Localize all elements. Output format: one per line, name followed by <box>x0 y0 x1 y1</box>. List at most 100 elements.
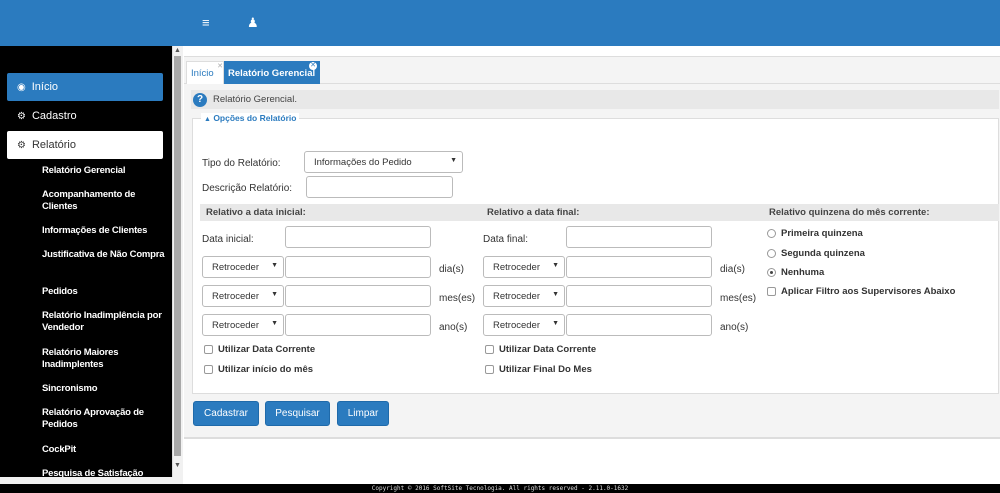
final-dias-input[interactable] <box>566 256 712 278</box>
submenu-informacoes-clientes[interactable]: Informações de Clientes <box>42 225 167 237</box>
select-value: Retroceder <box>212 290 259 302</box>
inicial-anos-input[interactable] <box>285 314 431 336</box>
close-icon[interactable]: ✕ <box>216 63 224 71</box>
radio-button-selected[interactable] <box>767 268 776 277</box>
data-inicial-input[interactable] <box>285 226 431 248</box>
sidebar-item-inicio[interactable]: ◉ Início <box>7 73 163 101</box>
meses-unit: mes(es) <box>439 293 476 304</box>
dashboard-icon: ◉ <box>17 81 26 93</box>
user-icon[interactable]: ♟ <box>247 15 259 31</box>
help-text: Relatório Gerencial. <box>213 94 297 105</box>
chevron-down-icon: ▼ <box>552 262 559 269</box>
scroll-down-icon[interactable]: ▼ <box>173 462 182 469</box>
help-bar: ? Relatório Gerencial. <box>191 90 999 109</box>
descricao-label: Descrição Relatório: <box>202 183 293 194</box>
checkbox-label: Utilizar Data Corrente <box>499 344 597 355</box>
radio-button[interactable] <box>767 229 776 238</box>
cadastrar-button[interactable]: Cadastrar <box>193 401 259 426</box>
inicial-data-corrente-check[interactable]: Utilizar Data Corrente <box>204 344 315 355</box>
checkbox[interactable] <box>767 287 776 296</box>
pesquisar-button[interactable]: Pesquisar <box>265 401 330 426</box>
checkbox[interactable] <box>204 365 213 374</box>
submenu-sincronismo[interactable]: Sincronismo <box>42 383 167 395</box>
final-fim-mes-check[interactable]: Utilizar Final Do Mes <box>485 364 592 375</box>
radio-label: Primeira quinzena <box>781 228 863 239</box>
checkbox[interactable] <box>204 345 213 354</box>
submenu-justificativa-nao-compra[interactable]: Justificativa de Não Compra <box>42 249 167 261</box>
dias-unit: dia(s) <box>439 264 465 275</box>
sidebar-scroll-thumb[interactable] <box>174 56 181 456</box>
submenu-inadimplencia-vendedor[interactable]: Relatório Inadimplência por Vendedor <box>42 310 167 334</box>
checkbox[interactable] <box>485 345 494 354</box>
final-meses-input[interactable] <box>566 285 712 307</box>
legend-label: Opções do Relatório <box>213 113 297 123</box>
checkbox[interactable] <box>485 365 494 374</box>
tab-inicio[interactable]: Início ✕ <box>186 61 224 85</box>
radio-nenhuma[interactable]: Nenhuma <box>767 267 824 278</box>
checkbox-label: Utilizar Final Do Mes <box>499 364 592 375</box>
inicial-meses-select[interactable]: Retroceder ▼ <box>202 285 284 307</box>
select-value: Retroceder <box>212 261 259 273</box>
fieldset-legend[interactable]: ▲ Opções do Relatório <box>201 113 300 123</box>
menu-icon[interactable]: ≡ <box>202 15 210 30</box>
tab-label: Início <box>191 68 214 79</box>
tab-relatorio-gerencial[interactable]: Relatório Gerencial ✕ <box>224 61 320 85</box>
data-inicial-label: Data inicial: <box>202 234 254 245</box>
horizontal-scrollbar[interactable] <box>0 477 183 484</box>
checkbox-label: Aplicar Filtro aos Supervisores Abaixo <box>781 286 956 297</box>
anos-unit: ano(s) <box>720 322 749 333</box>
final-anos-input[interactable] <box>566 314 712 336</box>
submenu-relatorio-gerencial[interactable]: Relatório Gerencial <box>42 165 167 177</box>
tipo-label: Tipo do Relatório: <box>202 158 281 169</box>
sidebar-item-label: Início <box>31 81 59 93</box>
submenu-cockpit[interactable]: CockPit <box>42 444 167 456</box>
final-dias-select[interactable]: Retroceder ▼ <box>483 256 565 278</box>
scroll-up-icon[interactable]: ▲ <box>173 47 182 54</box>
chevron-down-icon: ▼ <box>271 291 278 298</box>
footer-copyright: Copyright © 2016 SoftSite Tecnologia. Al… <box>0 484 1000 493</box>
inicial-dias-select[interactable]: Retroceder ▼ <box>202 256 284 278</box>
sidebar-item-relatorio[interactable]: ⚙ Relatório <box>7 131 163 159</box>
help-icon[interactable]: ? <box>193 92 207 107</box>
submenu-pedidos[interactable]: Pedidos <box>42 286 167 298</box>
top-navbar: ≡ ♟ <box>0 0 1000 46</box>
chevron-down-icon: ▼ <box>271 320 278 327</box>
radio-label: Nenhuma <box>781 267 825 278</box>
filtro-supervisores-check[interactable]: Aplicar Filtro aos Supervisores Abaixo <box>767 286 955 297</box>
inicial-meses-input[interactable] <box>285 285 431 307</box>
select-value: Retroceder <box>493 319 540 331</box>
submenu-aprovacao-pedidos[interactable]: Relatório Aprovação de Pedidos <box>42 407 167 431</box>
checkbox-label: Utilizar Data Corrente <box>218 344 316 355</box>
tipo-select-value: Informações do Pedido <box>314 156 412 168</box>
inicial-dias-input[interactable] <box>285 256 431 278</box>
descricao-input[interactable] <box>306 176 453 198</box>
final-anos-select[interactable]: Retroceder ▼ <box>483 314 565 336</box>
tab-label: Relatório Gerencial <box>228 67 316 79</box>
chevron-down-icon: ▼ <box>271 262 278 269</box>
radio-segunda-quinzena[interactable]: Segunda quinzena <box>767 248 865 259</box>
chevron-down-icon: ▼ <box>552 291 559 298</box>
radio-primeira-quinzena[interactable]: Primeira quinzena <box>767 228 863 239</box>
final-data-corrente-check[interactable]: Utilizar Data Corrente <box>485 344 596 355</box>
quinzena-heading: Relativo quinzena do mês corrente: <box>763 204 999 221</box>
inicial-anos-select[interactable]: Retroceder ▼ <box>202 314 284 336</box>
submenu-acompanhamento-clientes[interactable]: Acompanhamento de Clientes <box>42 189 167 213</box>
sidebar-item-label: Cadastro <box>31 110 77 122</box>
chevron-down-icon: ▼ <box>450 157 457 164</box>
submenu-maiores-inadimplentes[interactable]: Relatório Maiores Inadimplentes <box>42 347 167 371</box>
limpar-button[interactable]: Limpar <box>337 401 389 426</box>
close-icon[interactable]: ✕ <box>309 62 317 70</box>
final-meses-select[interactable]: Retroceder ▼ <box>483 285 565 307</box>
tipo-select[interactable]: Informações do Pedido ▼ <box>304 151 463 173</box>
data-final-input[interactable] <box>566 226 712 248</box>
report-options-fieldset: ▲ Opções do Relatório Tipo do Relatório:… <box>192 113 999 394</box>
select-value: Retroceder <box>212 319 259 331</box>
submenu-pesquisa-satisfacao[interactable]: Pesquisa de Satisfação <box>42 468 167 477</box>
inicial-inicio-mes-check[interactable]: Utilizar início do mês <box>204 364 313 375</box>
collapse-icon[interactable]: ▲ <box>204 116 211 123</box>
radio-button[interactable] <box>767 249 776 258</box>
sidebar-item-cadastro[interactable]: ⚙ Cadastro <box>7 102 163 130</box>
checkbox-label: Utilizar início do mês <box>218 364 314 375</box>
cogs-icon: ⚙ <box>17 139 26 151</box>
main-content: Início ✕ Relatório Gerencial ✕ ? Relatór… <box>183 46 1000 484</box>
